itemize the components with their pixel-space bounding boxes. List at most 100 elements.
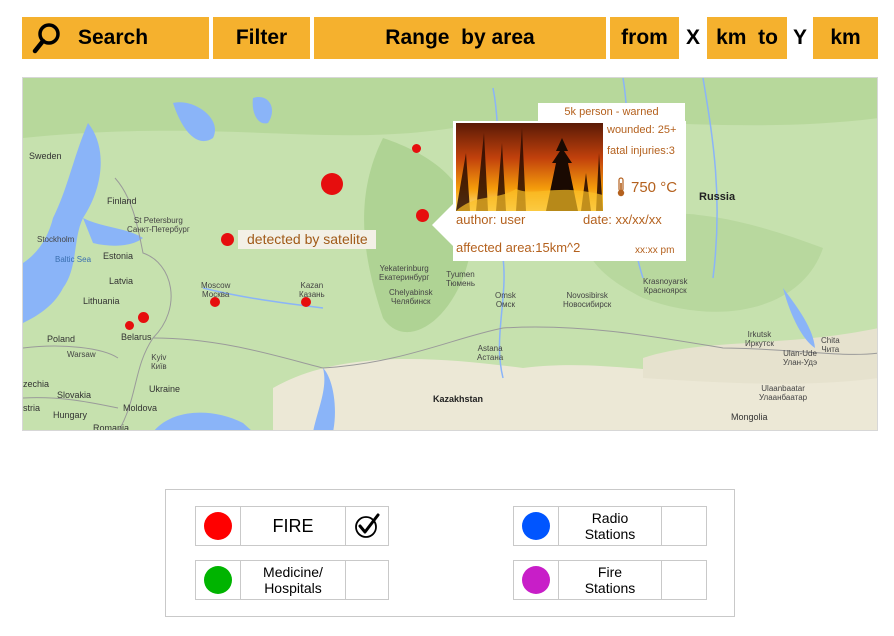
legend-item-fire-stations[interactable]: Fire Stations <box>513 560 707 600</box>
x-text: X <box>685 26 700 49</box>
label-russia: Russia <box>699 191 736 203</box>
label-poland: Poland <box>47 334 76 344</box>
y-value-field[interactable]: Y <box>787 17 813 59</box>
from-text: from <box>621 26 668 49</box>
fire-marker[interactable] <box>221 233 234 246</box>
hospital-color-dot <box>203 566 232 594</box>
label-chelyabinsk: Chelyabinsk Челябинск <box>389 288 433 306</box>
moscow-name: Moscow <box>201 281 231 290</box>
fire-marker[interactable] <box>301 297 311 307</box>
wildfire-photo <box>456 123 603 211</box>
krasnoyarsk-name-ru: Красноярск <box>643 286 687 295</box>
label-mongolia: Mongolia <box>731 412 768 422</box>
search-button[interactable]: Search <box>22 17 209 59</box>
km-to-label: km to <box>707 17 787 59</box>
fire-marker[interactable] <box>210 297 220 307</box>
km-text: km <box>830 26 861 49</box>
stpetersburg-name-ru: Санкт-Петербург <box>127 225 190 234</box>
fire-marker[interactable] <box>321 173 343 195</box>
label-yekaterinburg: Yekaterinburg Екатеринбург <box>379 264 429 282</box>
range-label: Range by area <box>385 26 535 49</box>
stpetersburg-name: St Petersburg <box>133 216 183 225</box>
ulaanbaatar-name-mn: Улаанбаатар <box>759 393 808 402</box>
yekaterinburg-name: Yekaterinburg <box>379 264 429 273</box>
fire-checkbox[interactable] <box>346 507 388 545</box>
fire-stations-checkbox[interactable] <box>662 561 706 599</box>
fire-marker[interactable] <box>416 209 429 222</box>
search-label: Search <box>78 26 149 49</box>
legend-item-fire[interactable]: FIRE <box>195 506 389 546</box>
filter-button[interactable]: Filter <box>213 17 310 59</box>
from-label: from <box>610 17 679 59</box>
label-kyiv: Kyiv Київ <box>151 353 167 371</box>
irkutsk-name-ru: Иркутск <box>745 339 774 348</box>
kyiv-name: Kyiv <box>151 353 167 362</box>
irkutsk-name: Irkutsk <box>747 330 772 339</box>
label-czechia: zechia <box>23 379 50 389</box>
map-view[interactable]: Sweden Finland St Petersburg Санкт-Петер… <box>22 77 878 431</box>
legend-label-hospitals: Medicine/ Hospitals <box>263 564 323 596</box>
popup-wounded: wounded: 25+ <box>607 124 677 136</box>
x-value-field[interactable]: X <box>679 17 707 59</box>
label-novosibirsk: Novosibirsk Новосибирск <box>563 291 611 309</box>
km-unit-label: km <box>813 17 878 59</box>
y-text: Y <box>792 26 807 49</box>
radio-checkbox[interactable] <box>662 507 706 545</box>
label-ukraine: Ukraine <box>149 384 181 394</box>
popup-fatal-injuries: fatal injuries:3 <box>607 145 675 157</box>
tyumen-name-ru: Тюмень <box>446 279 475 288</box>
kyiv-name-local: Київ <box>151 362 167 371</box>
label-sweden: Sweden <box>29 151 62 161</box>
ulanude-name-ru: Улан-Удэ <box>783 358 818 367</box>
chelyabinsk-name-ru: Челябинск <box>391 297 431 306</box>
popup-date: date: xx/xx/xx <box>583 212 662 227</box>
map-terrain <box>23 78 877 430</box>
fire-marker[interactable] <box>412 144 421 153</box>
label-slovakia: Slovakia <box>57 390 92 400</box>
legend-label-radio: Radio Stations <box>584 510 636 542</box>
satellite-detection-label: detected by satelite <box>238 230 376 249</box>
tyumen-name: Tyumen <box>446 270 475 279</box>
popup-temperature: 750 °C <box>615 177 677 197</box>
label-romania: Romania <box>93 423 130 431</box>
label-warsaw: Warsaw <box>67 350 96 359</box>
omsk-name: Omsk <box>495 291 516 300</box>
legend-label-fire-stations: Fire Stations <box>584 564 636 596</box>
popup-affected-area: affected area:15km^2 <box>456 240 581 255</box>
legend-panel: FIRE Radio Stations Medicine/ Hospitals … <box>165 489 735 617</box>
label-astana: Astana Астана <box>477 344 503 362</box>
km-to-text: km to <box>716 26 778 49</box>
filter-label: Filter <box>235 26 288 49</box>
popup-time: xx:xx pm <box>635 245 675 256</box>
fire-color-dot <box>203 512 232 540</box>
legend-item-hospitals[interactable]: Medicine/ Hospitals <box>195 560 389 600</box>
range-by-area-button[interactable]: Range by area <box>314 17 606 59</box>
popup-pointer <box>432 203 454 247</box>
label-stpetersburg: St Petersburg Санкт-Петербург <box>127 216 190 234</box>
fire-station-color-dot <box>521 566 550 594</box>
label-stockholm: Stockholm <box>37 235 75 244</box>
label-finland: Finland <box>107 196 137 206</box>
yekaterinburg-name-ru: Екатеринбург <box>379 273 430 282</box>
chita-name-ru: Чита <box>821 345 840 354</box>
popup-author: author: user <box>456 212 526 227</box>
label-tyumen: Tyumen Тюмень <box>446 270 475 288</box>
label-lithuania: Lithuania <box>83 296 120 306</box>
label-ulanude: Ulan-Ude Улан-Удэ <box>783 349 817 367</box>
ulanude-name: Ulan-Ude <box>783 349 817 358</box>
checkmark-icon <box>355 513 380 538</box>
novosibirsk-name-ru: Новосибирск <box>563 300 612 309</box>
label-latvia: Latvia <box>109 276 134 286</box>
label-baltic-sea: Baltic Sea <box>55 255 92 264</box>
fire-marker[interactable] <box>138 312 149 323</box>
fire-marker[interactable] <box>125 321 134 330</box>
hospitals-checkbox[interactable] <box>346 561 388 599</box>
label-austria: stria <box>23 403 41 413</box>
radio-color-dot <box>521 512 550 540</box>
chita-name: Chita <box>821 336 840 345</box>
label-hungary: Hungary <box>53 410 88 420</box>
legend-item-radio-stations[interactable]: Radio Stations <box>513 506 707 546</box>
temperature-value: 750 °C <box>631 178 678 196</box>
label-omsk: Omsk Омск <box>495 291 516 309</box>
thermometer-icon <box>617 177 625 197</box>
